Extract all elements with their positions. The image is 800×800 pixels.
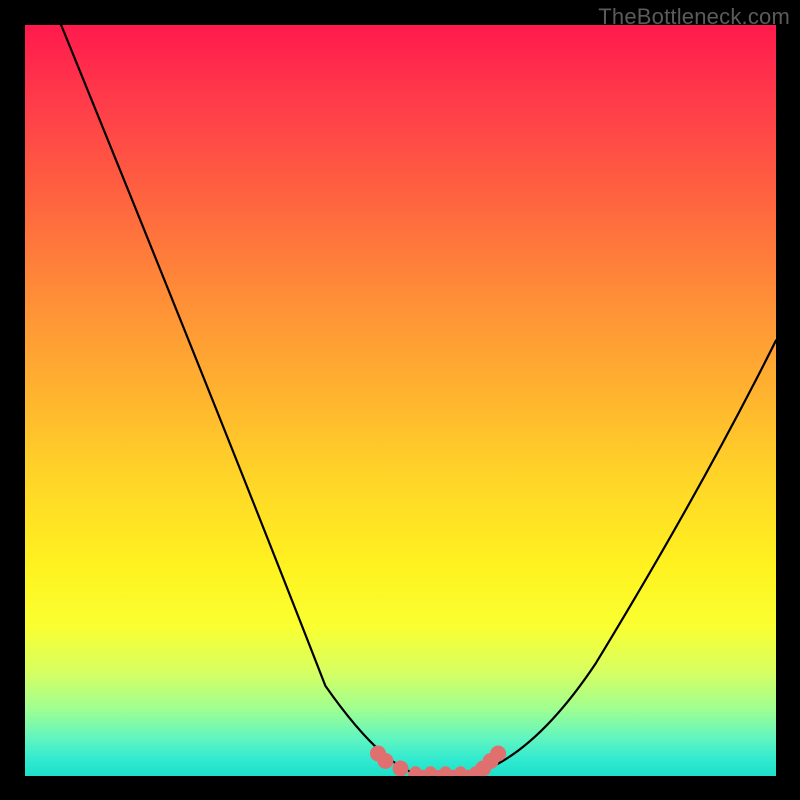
- valley-marker-dot: [393, 760, 409, 776]
- valley-marker-dot: [425, 766, 437, 776]
- valley-marker-dot: [490, 745, 506, 761]
- valley-marker-dot: [410, 766, 422, 776]
- curve-group: [55, 25, 776, 774]
- valley-marker-dot: [455, 766, 467, 776]
- watermark-text: TheBottleneck.com: [598, 4, 790, 30]
- chart-svg: [25, 25, 776, 776]
- plot-area: [25, 25, 776, 776]
- bottleneck-curve: [55, 25, 776, 774]
- chart-frame: TheBottleneck.com: [0, 0, 800, 800]
- marker-group: [370, 745, 506, 776]
- valley-marker-dot: [377, 753, 393, 769]
- valley-marker-dot: [440, 766, 452, 776]
